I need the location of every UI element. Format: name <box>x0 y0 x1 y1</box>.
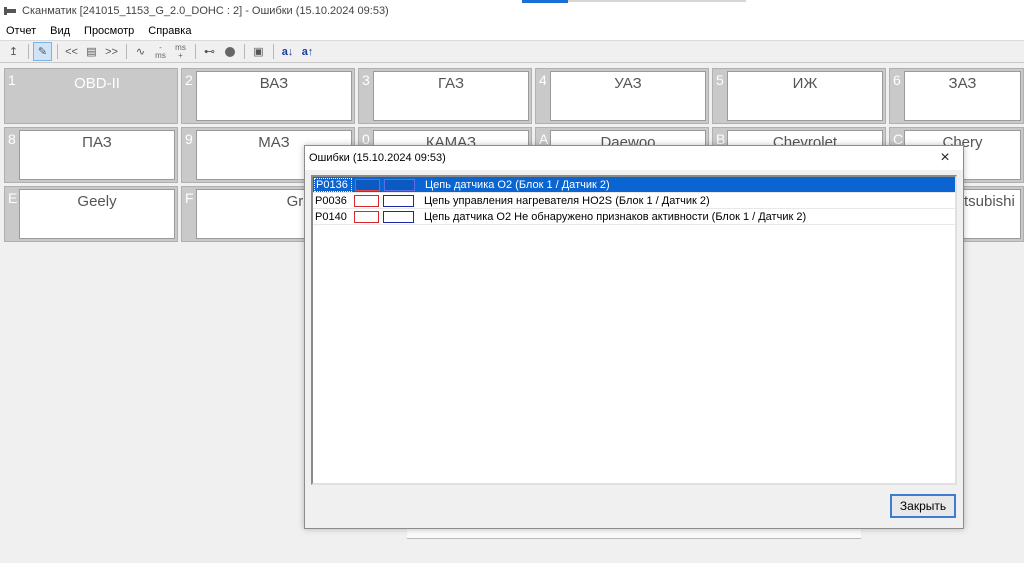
error-list[interactable]: P0136 Цепь датчика O2 (Блок 1 / Датчик 2… <box>311 175 957 485</box>
brand-tile-paz[interactable]: 8 ПАЗ <box>4 127 178 183</box>
brand-label: ВАЗ <box>259 75 289 92</box>
close-icon[interactable]: × <box>931 148 959 168</box>
dialog-title-bar: Ошибки (15.10.2024 09:53) <box>305 146 963 170</box>
ms-plus-icon[interactable]: ms + <box>171 42 190 61</box>
font-increase-icon[interactable]: a↑ <box>298 42 317 61</box>
edit-document-icon[interactable]: ✎ <box>33 42 52 61</box>
menu-browse[interactable]: Просмотр <box>84 25 134 37</box>
red-swatch <box>354 210 379 223</box>
menu-report[interactable]: Отчет <box>6 25 36 37</box>
errors-dialog: Ошибки (15.10.2024 09:53) × P0136 Цепь д… <box>304 145 964 529</box>
error-description: Цепь датчика O2 (Блок 1 / Датчик 2) <box>425 178 610 191</box>
blue-swatch <box>384 178 415 191</box>
upload-arrow-icon[interactable]: ↥ <box>4 42 23 61</box>
brand-tile-gaz[interactable]: 3 ГАЗ <box>358 68 532 124</box>
error-code: P0140 <box>315 210 347 223</box>
brand-tile-vaz[interactable]: 2 ВАЗ <box>181 68 355 124</box>
close-button[interactable]: Закрыть <box>890 494 956 518</box>
brand-label: ПАЗ <box>82 134 112 151</box>
dialog-title: Ошибки (15.10.2024 09:53) <box>309 152 446 164</box>
brand-label: ЗАЗ <box>948 75 977 92</box>
title-accent <box>522 0 568 3</box>
brand-label: tsubishi <box>964 193 1015 210</box>
brand-tile-zaz[interactable]: 6 ЗАЗ <box>889 68 1024 124</box>
toolbar-separator <box>273 44 274 59</box>
title-accent-secondary <box>568 0 746 2</box>
plug-icon[interactable]: ⊷ <box>200 42 219 61</box>
error-row[interactable]: P0036 Цепь управления нагревателя HO2S (… <box>313 193 955 209</box>
menu-bar: Отчет Вид Просмотр Справка <box>0 22 1024 40</box>
error-code: P0136 <box>314 177 352 192</box>
brand-tile-geely[interactable]: E Geely <box>4 186 178 242</box>
list-icon[interactable]: ▤ <box>82 42 101 61</box>
red-swatch <box>354 194 379 207</box>
brand-tile-izh[interactable]: 5 ИЖ <box>712 68 886 124</box>
error-code: P0036 <box>315 194 347 207</box>
ms-minus-icon[interactable]: - ms <box>151 42 170 61</box>
red-swatch <box>355 178 380 191</box>
brand-label: OBD-II <box>74 75 120 92</box>
record-dot-icon <box>224 46 235 57</box>
app-logo-icon <box>4 6 16 16</box>
error-row[interactable]: P0136 Цепь датчика O2 (Блок 1 / Датчик 2… <box>313 177 955 193</box>
error-description: Цепь датчика O2 Не обнаружено признаков … <box>424 210 807 223</box>
menu-view[interactable]: Вид <box>50 25 70 37</box>
prev-icon[interactable]: << <box>62 42 81 61</box>
brand-tile-obd2[interactable]: 1 OBD-II <box>4 68 178 124</box>
record-icon[interactable] <box>220 42 239 61</box>
window-title: Сканматик [241015_1153_G_2.0_DOHC : 2] -… <box>22 5 389 17</box>
blue-swatch <box>383 210 414 223</box>
image-icon[interactable]: ▣ <box>249 42 268 61</box>
brand-label: УАЗ <box>614 75 642 92</box>
blue-swatch <box>383 194 414 207</box>
background-panel <box>407 528 861 539</box>
brand-tile-uaz[interactable]: 4 УАЗ <box>535 68 709 124</box>
toolbar: ↥ ✎ << ▤ >> ∿ - ms ms + ⊷ ▣ a↓ a↑ <box>0 40 1024 63</box>
app-window: Сканматик [241015_1153_G_2.0_DOHC : 2] -… <box>0 0 1024 563</box>
font-decrease-icon[interactable]: a↓ <box>278 42 297 61</box>
error-description: Цепь управления нагревателя HO2S (Блок 1… <box>424 194 710 207</box>
next-icon[interactable]: >> <box>102 42 121 61</box>
brand-label: ИЖ <box>792 75 818 92</box>
brand-label: Geely <box>77 193 117 210</box>
title-bar: Сканматик [241015_1153_G_2.0_DOHC : 2] -… <box>0 0 1024 22</box>
toolbar-separator <box>28 44 29 59</box>
menu-help[interactable]: Справка <box>148 25 191 37</box>
toolbar-separator <box>57 44 58 59</box>
brand-label: ГАЗ <box>437 75 464 92</box>
error-row[interactable]: P0140 Цепь датчика O2 Не обнаружено приз… <box>313 209 955 225</box>
toolbar-separator <box>126 44 127 59</box>
toolbar-separator <box>195 44 196 59</box>
toolbar-separator <box>244 44 245 59</box>
wave-icon[interactable]: ∿ <box>131 42 150 61</box>
